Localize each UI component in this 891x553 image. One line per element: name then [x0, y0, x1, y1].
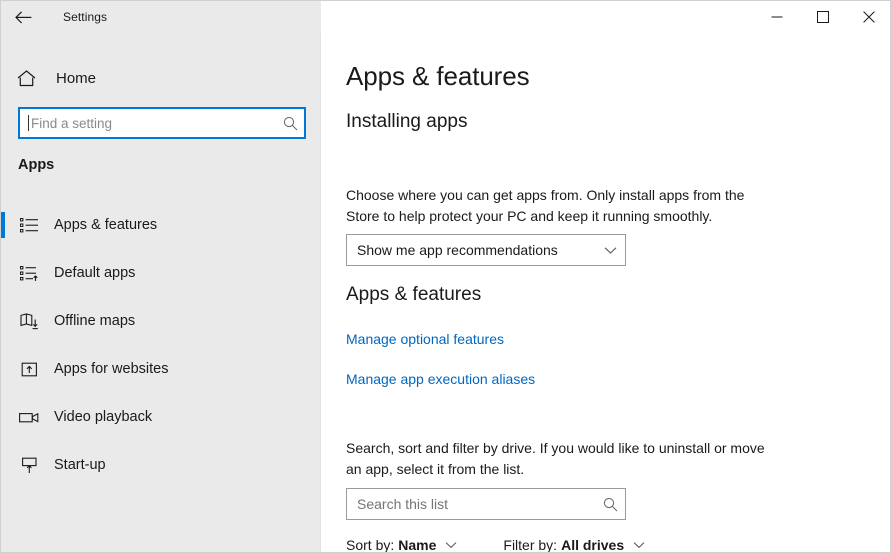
chevron-down-icon — [595, 246, 625, 255]
sidebar-item-label: Video playback — [54, 409, 153, 425]
search-input[interactable]: Find a setting — [31, 116, 276, 131]
dropdown-value: Show me app recommendations — [357, 242, 558, 258]
sort-by-value: Name — [398, 537, 437, 552]
startup-monitor-icon — [18, 454, 40, 476]
map-download-icon — [18, 310, 40, 332]
manage-app-execution-aliases-link[interactable]: Manage app execution aliases — [346, 371, 535, 387]
home-label: Home — [56, 69, 97, 87]
list-bullets-icon — [18, 214, 40, 236]
close-icon — [863, 11, 875, 23]
list-filter-controls: Sort by: Name Filter by: All drives — [346, 537, 645, 552]
search-icon[interactable] — [595, 497, 625, 512]
main-content: Apps & features Installing apps Choose w… — [322, 33, 890, 552]
sidebar-item-home[interactable]: Home — [1, 61, 321, 95]
back-arrow-icon — [14, 10, 32, 24]
apps-features-description: Search, sort and filter by drive. If you… — [346, 440, 765, 477]
sidebar-item-video-playback[interactable]: Video playback — [1, 393, 321, 441]
sidebar-nav-list: Apps & features Default apps Offline map… — [1, 201, 321, 489]
sidebar-item-label: Start-up — [54, 457, 106, 473]
sidebar-item-label: Default apps — [54, 265, 136, 281]
sidebar: Home Find a setting Apps Apps & features… — [1, 33, 321, 552]
settings-window: Settings Home Find a setting Apps Apps &… — [0, 0, 891, 553]
sidebar-item-label: Apps for websites — [54, 361, 169, 377]
search-icon[interactable] — [276, 116, 304, 131]
app-list-search-input[interactable]: Search this list — [357, 496, 595, 512]
page-title: Apps & features — [346, 61, 530, 91]
sort-by-control[interactable]: Sort by: Name — [346, 537, 457, 552]
sidebar-item-start-up[interactable]: Start-up — [1, 441, 321, 489]
sidebar-item-default-apps[interactable]: Default apps — [1, 249, 321, 297]
manage-optional-features-link[interactable]: Manage optional features — [346, 331, 504, 347]
app-recommendations-dropdown[interactable]: Show me app recommendations — [346, 234, 626, 266]
sidebar-item-apps-features[interactable]: Apps & features — [1, 201, 321, 249]
maximize-button[interactable] — [800, 1, 846, 33]
filter-by-control[interactable]: Filter by: All drives — [503, 537, 645, 552]
list-arrow-icon — [18, 262, 40, 284]
chevron-down-icon — [633, 541, 645, 549]
text-caret — [28, 115, 29, 131]
sidebar-item-label: Offline maps — [54, 313, 136, 329]
app-list-search-box[interactable]: Search this list — [346, 488, 626, 520]
maximize-icon — [817, 11, 829, 23]
chevron-down-icon — [445, 541, 457, 549]
sort-by-label: Sort by: — [346, 537, 395, 552]
close-button[interactable] — [846, 1, 890, 33]
sidebar-item-offline-maps[interactable]: Offline maps — [1, 297, 321, 345]
apps-features-heading: Apps & features — [346, 284, 482, 305]
home-icon — [17, 69, 41, 87]
back-button[interactable] — [1, 1, 45, 33]
installing-apps-heading: Installing apps — [346, 111, 468, 132]
settings-search-box[interactable]: Find a setting — [18, 107, 306, 139]
sidebar-item-apps-for-websites[interactable]: Apps for websites — [1, 345, 321, 393]
window-controls — [321, 1, 890, 33]
filter-by-value: All drives — [561, 537, 625, 552]
window-title: Settings — [63, 10, 108, 24]
app-window-arrow-icon — [18, 358, 40, 380]
sidebar-item-label: Apps & features — [54, 217, 158, 233]
minimize-icon — [771, 11, 783, 23]
title-bar: Settings — [1, 1, 890, 33]
installing-apps-description: Choose where you can get apps from. Only… — [346, 187, 745, 224]
filter-by-label: Filter by: — [503, 537, 558, 552]
selection-indicator — [1, 212, 5, 238]
video-camera-icon — [18, 406, 40, 428]
title-bar-left: Settings — [1, 1, 321, 33]
sidebar-section-label: Apps — [18, 157, 55, 173]
minimize-button[interactable] — [754, 1, 800, 33]
